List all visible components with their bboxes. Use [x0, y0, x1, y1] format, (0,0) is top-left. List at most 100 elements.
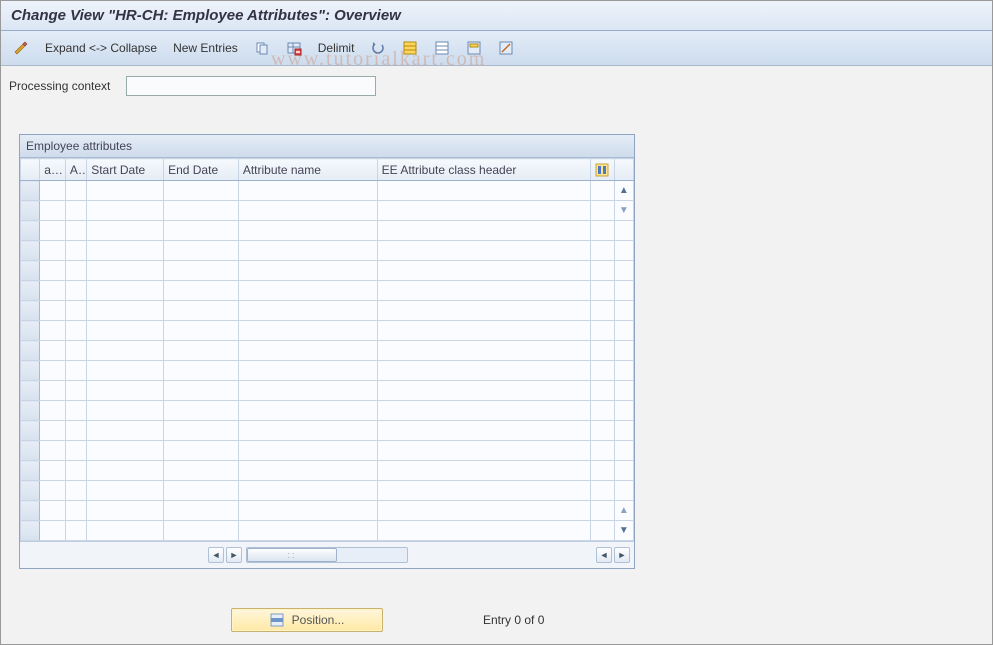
table-cell[interactable] [40, 401, 66, 421]
row-select-cell[interactable] [21, 281, 40, 301]
table-cell[interactable] [164, 441, 239, 461]
table-cell[interactable] [238, 221, 377, 241]
table-cell[interactable] [238, 521, 377, 541]
table-cell[interactable] [40, 361, 66, 381]
table-cell[interactable] [87, 301, 164, 321]
expand-collapse-button[interactable]: Expand <-> Collapse [39, 39, 163, 57]
table-cell[interactable] [377, 241, 591, 261]
table-cell[interactable] [238, 181, 377, 201]
table-cell[interactable] [238, 421, 377, 441]
table-cell[interactable] [87, 381, 164, 401]
table-cell[interactable] [40, 261, 66, 281]
table-row[interactable] [21, 261, 634, 281]
table-cell[interactable] [164, 461, 239, 481]
table-cell[interactable] [238, 381, 377, 401]
table-row[interactable] [21, 341, 634, 361]
table-cell[interactable] [87, 341, 164, 361]
print-button[interactable] [492, 38, 520, 58]
table-cell[interactable] [40, 421, 66, 441]
table-cell[interactable] [377, 201, 591, 221]
table-cell[interactable] [87, 361, 164, 381]
table-cell[interactable] [65, 341, 86, 361]
table-cell[interactable] [164, 321, 239, 341]
row-select-cell[interactable] [21, 321, 40, 341]
select-all-button[interactable] [396, 38, 424, 58]
table-cell[interactable] [164, 481, 239, 501]
table-cell[interactable] [40, 501, 66, 521]
hscroll-right-arrow-2[interactable]: ► [614, 547, 630, 563]
column-header-start-date[interactable]: Start Date [87, 159, 164, 181]
row-select-cell[interactable] [21, 381, 40, 401]
row-select-cell[interactable] [21, 341, 40, 361]
row-select-cell[interactable] [21, 461, 40, 481]
table-cell[interactable] [87, 421, 164, 441]
table-cell[interactable] [377, 381, 591, 401]
table-cell[interactable] [65, 281, 86, 301]
table-cell[interactable] [377, 461, 591, 481]
row-select-cell[interactable] [21, 521, 40, 541]
table-cell[interactable] [377, 441, 591, 461]
undo-button[interactable] [364, 38, 392, 58]
table-cell[interactable] [65, 381, 86, 401]
row-select-cell[interactable] [21, 361, 40, 381]
table-cell[interactable] [238, 281, 377, 301]
table-cell[interactable] [377, 221, 591, 241]
table-cell[interactable] [377, 481, 591, 501]
row-select-cell[interactable] [21, 481, 40, 501]
table-cell[interactable] [65, 321, 86, 341]
table-config-button[interactable] [591, 159, 614, 181]
table-cell[interactable] [164, 401, 239, 421]
table-cell[interactable] [238, 241, 377, 261]
row-select-cell[interactable] [21, 241, 40, 261]
table-row[interactable] [21, 401, 634, 421]
table-cell[interactable] [65, 361, 86, 381]
table-cell[interactable] [65, 241, 86, 261]
table-cell[interactable] [87, 501, 164, 521]
table-cell[interactable] [40, 481, 66, 501]
table-cell[interactable] [238, 261, 377, 281]
delete-button[interactable] [280, 38, 308, 58]
table-cell[interactable] [87, 481, 164, 501]
hscroll-thumb[interactable] [247, 548, 337, 562]
delimit-button[interactable]: Delimit [312, 39, 361, 57]
table-row[interactable]: ▼ [21, 201, 634, 221]
toggle-display-change-button[interactable] [7, 38, 35, 58]
table-row[interactable]: ▼ [21, 521, 634, 541]
row-select-cell[interactable] [21, 501, 40, 521]
table-cell[interactable] [377, 521, 591, 541]
table-cell[interactable] [65, 501, 86, 521]
table-cell[interactable] [87, 441, 164, 461]
table-cell[interactable] [40, 341, 66, 361]
vscroll-up-indicator[interactable]: ▲ [614, 501, 633, 521]
table-cell[interactable] [65, 521, 86, 541]
table-cell[interactable] [238, 501, 377, 521]
vscroll-up-arrow[interactable]: ▲ [614, 181, 633, 201]
table-cell[interactable] [87, 321, 164, 341]
table-cell[interactable] [164, 501, 239, 521]
table-cell[interactable] [164, 181, 239, 201]
table-cell[interactable] [40, 181, 66, 201]
table-row[interactable]: ▲ [21, 501, 634, 521]
table-cell[interactable] [164, 301, 239, 321]
table-cell[interactable] [164, 421, 239, 441]
table-cell[interactable] [238, 401, 377, 421]
table-cell[interactable] [377, 341, 591, 361]
table-cell[interactable] [87, 201, 164, 221]
table-row[interactable] [21, 381, 634, 401]
table-cell[interactable] [87, 261, 164, 281]
table-row[interactable] [21, 281, 634, 301]
table-cell[interactable] [238, 441, 377, 461]
table-cell[interactable] [87, 221, 164, 241]
table-cell[interactable] [164, 281, 239, 301]
table-cell[interactable] [164, 381, 239, 401]
row-select-cell[interactable] [21, 401, 40, 421]
table-cell[interactable] [87, 401, 164, 421]
table-cell[interactable] [238, 321, 377, 341]
copy-button[interactable] [248, 38, 276, 58]
table-cell[interactable] [65, 401, 86, 421]
table-cell[interactable] [87, 461, 164, 481]
table-cell[interactable] [377, 181, 591, 201]
table-cell[interactable] [238, 341, 377, 361]
row-select-cell[interactable] [21, 221, 40, 241]
table-cell[interactable] [164, 261, 239, 281]
